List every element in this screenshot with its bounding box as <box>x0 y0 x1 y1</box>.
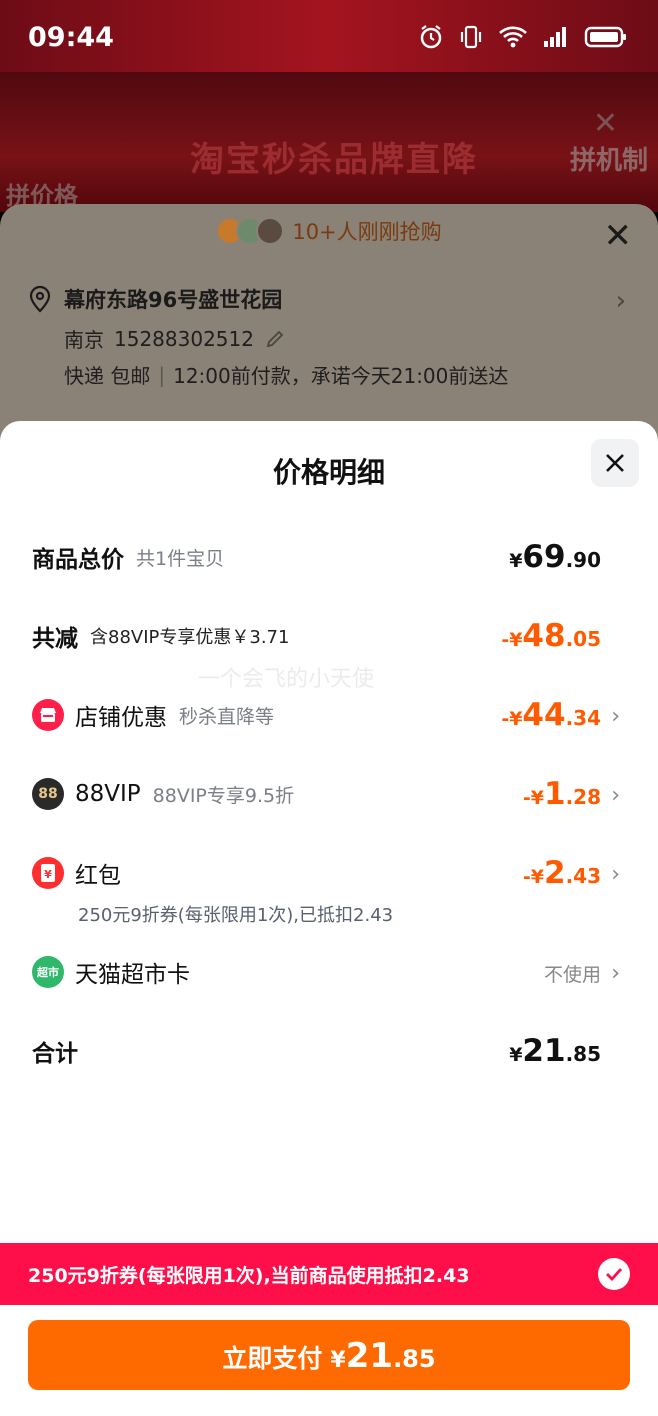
coupon-bar[interactable]: 250元9折券(每张限用1次),当前商品使用抵扣2.43 <box>0 1243 658 1305</box>
amount-decimal: .85 <box>565 1042 601 1066</box>
contact-info: 南京 15288302512 <box>64 324 286 353</box>
delivery-info: 快递 包邮 | 12:00前付款，承诺今天21:00前送达 <box>64 360 508 389</box>
shop-icon <box>32 699 64 731</box>
shop-discount-note: 秒杀直降等 <box>179 705 275 728</box>
total-row: 合计 ¥ 21 .85 <box>32 1029 658 1073</box>
goods-total-row: 商品总价 共1件宝贝 ¥ 69 .90 <box>32 535 658 579</box>
red-packet-icon: ¥ <box>32 857 64 889</box>
amount-integer: 2 <box>543 855 566 891</box>
amount-decimal: .90 <box>565 548 601 572</box>
currency-symbol: ¥ <box>509 1044 523 1066</box>
status-bar: 09:44 <box>0 0 658 72</box>
currency-symbol: -¥ <box>522 866 544 888</box>
divider: | <box>158 362 166 387</box>
recent-buyers: 10+人刚刚抢购 <box>0 216 658 246</box>
goods-total-amount: ¥ 69 .90 <box>509 535 601 579</box>
total-reduce-label: 共减 <box>32 626 78 652</box>
delivery-promise: 12:00前付款，承诺今天21:00前送达 <box>173 364 509 388</box>
goods-total-label: 商品总价 <box>32 547 124 573</box>
buyers-text: 10+人刚刚抢购 <box>292 220 442 244</box>
vip-amount: -¥ 1 .28 <box>523 772 601 816</box>
avatar <box>256 217 285 245</box>
red-packet-icon-text: ¥ <box>44 868 52 881</box>
currency-symbol: ¥ <box>509 550 523 572</box>
currency-symbol: -¥ <box>522 787 544 809</box>
modal-close-button[interactable] <box>591 439 639 487</box>
address-row[interactable]: 幕府东路96号盛世花园 <box>28 284 282 314</box>
currency-symbol: -¥ <box>501 629 523 651</box>
red-packet-amount: -¥ 2 .43 <box>523 851 601 895</box>
total-reduce-note: 含88VIP专享优惠￥3.71 <box>90 627 290 648</box>
order-close-icon[interactable]: ✕ <box>604 216 633 256</box>
check-icon <box>606 1268 623 1281</box>
tmall-supermarket-icon: 超市 <box>32 956 64 988</box>
total-reduce-row: 共减 含88VIP专享优惠￥3.71 -¥ 48 .05 <box>32 614 658 658</box>
promo-banner: 淘宝秒杀品牌直降 拼机制 拼价格 ✕ <box>0 72 658 212</box>
pay-area: 立即支付 ¥ 21 .85 <box>0 1305 658 1416</box>
red-packet-label: 红包 <box>75 863 121 889</box>
close-icon <box>606 454 624 472</box>
red-packet-description: 250元9折券(每张限用1次),已抵扣2.43 <box>78 905 394 926</box>
vip-88-icon: 88 <box>32 778 64 810</box>
address-text: 幕府东路96号盛世花园 <box>64 288 283 312</box>
tmall-card-status: 不使用 <box>543 964 601 986</box>
amount-decimal: .28 <box>565 785 601 809</box>
chevron-right-icon[interactable]: › <box>611 961 620 986</box>
coupon-checkbox[interactable] <box>598 1258 630 1290</box>
battery-icon <box>584 26 626 48</box>
signal-icon <box>544 27 566 47</box>
amount-decimal: .34 <box>565 706 601 730</box>
amount-integer: 21 <box>345 1336 394 1376</box>
buyer-avatars <box>216 217 285 245</box>
amount-integer: 48 <box>522 618 566 654</box>
modal-title: 价格明细 <box>272 456 385 489</box>
amount-integer: 1 <box>543 776 566 812</box>
total-label: 合计 <box>32 1041 78 1067</box>
contact-city: 南京 <box>64 328 104 352</box>
total-reduce-amount: -¥ 48 .05 <box>501 614 601 658</box>
amount-integer: 44 <box>522 697 566 733</box>
tmall-card-row[interactable]: 超市 天猫超市卡 不使用 › <box>32 950 658 994</box>
status-time: 09:44 <box>28 22 114 53</box>
alarm-icon <box>420 25 442 49</box>
coupon-text: 250元9折券(每张限用1次),当前商品使用抵扣2.43 <box>28 1264 470 1287</box>
amount-integer: 21 <box>522 1033 566 1069</box>
shop-discount-label: 店铺优惠 <box>75 705 167 731</box>
amount-decimal: .05 <box>565 627 601 651</box>
currency-symbol: ¥ <box>330 1348 346 1373</box>
vip-label: 88VIP <box>75 781 141 807</box>
shop-discount-amount: -¥ 44 .34 <box>501 693 601 737</box>
vip-note: 88VIP专享9.5折 <box>152 784 295 807</box>
edit-pencil-icon[interactable] <box>264 328 286 350</box>
pay-label: 立即支付 <box>222 1344 323 1373</box>
chevron-right-icon[interactable]: › <box>616 286 626 316</box>
amount-decimal: .85 <box>393 1345 436 1373</box>
banner-overlay <box>0 72 658 212</box>
amount-integer: 69 <box>522 539 566 575</box>
contact-phone: 15288302512 <box>114 326 254 351</box>
amount-decimal: .43 <box>565 864 601 888</box>
vibrate-icon <box>460 25 482 49</box>
red-packet-row[interactable]: ¥ 红包 -¥ 2 .43 › <box>32 851 658 895</box>
watermark: 一个会飞的小天使 <box>198 667 375 692</box>
goods-total-count: 共1件宝贝 <box>136 547 225 570</box>
chevron-right-icon[interactable]: › <box>611 704 620 729</box>
chevron-right-icon[interactable]: › <box>611 862 620 887</box>
status-icons <box>418 24 628 50</box>
tmall-card-label: 天猫超市卡 <box>75 962 190 988</box>
chevron-right-icon[interactable]: › <box>611 783 620 808</box>
pay-now-button[interactable]: 立即支付 ¥ 21 .85 <box>28 1320 630 1390</box>
shop-discount-row[interactable]: 店铺优惠 秒杀直降等 -¥ 44 .34 › <box>32 693 658 737</box>
wifi-icon <box>499 26 527 48</box>
currency-symbol: -¥ <box>501 708 523 730</box>
location-pin-icon <box>29 285 51 313</box>
vip-row[interactable]: 88 88VIP 88VIP专享9.5折 -¥ 1 .28 › <box>32 772 658 816</box>
total-amount: ¥ 21 .85 <box>509 1029 601 1073</box>
shipping-method: 快递 包邮 <box>64 364 151 388</box>
